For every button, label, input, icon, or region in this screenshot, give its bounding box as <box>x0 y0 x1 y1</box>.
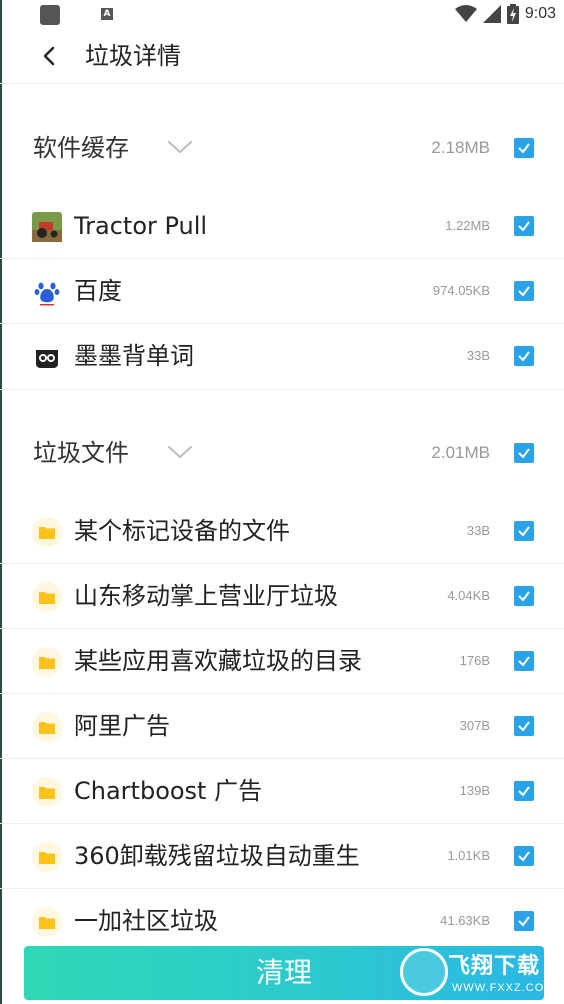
checkmark-icon <box>518 143 530 154</box>
list-item[interactable]: 墨墨背单词 33B <box>0 324 564 389</box>
status-bar: A 9:03 <box>0 0 564 28</box>
item-checkbox[interactable] <box>514 216 534 236</box>
item-checkbox[interactable] <box>514 716 534 736</box>
checkmark-icon <box>518 721 530 732</box>
folder-icon <box>32 712 62 742</box>
item-checkbox[interactable] <box>514 911 534 931</box>
item-checkbox[interactable] <box>514 846 534 866</box>
section-checkbox[interactable] <box>514 443 534 463</box>
section-header-app-cache[interactable]: 软件缓存 2.18MB <box>0 108 564 188</box>
item-size: 4.04KB <box>447 588 490 603</box>
list-item[interactable]: 山东移动掌上营业厅垃圾 4.04KB <box>0 564 564 629</box>
list-item[interactable]: 阿里广告 307B <box>0 694 564 759</box>
watermark-title: 飞翔下载 <box>448 954 541 979</box>
item-size: 1.01KB <box>447 848 490 863</box>
item-checkbox[interactable] <box>514 586 534 606</box>
chevron-down-icon[interactable] <box>166 137 194 157</box>
section-header-junk-files[interactable]: 垃圾文件 2.01MB <box>0 413 564 493</box>
checkmark-icon <box>518 916 530 927</box>
wifi-icon <box>454 5 477 22</box>
folder-icon <box>32 517 62 547</box>
item-size: 33B <box>466 523 490 538</box>
item-label: 360卸载残留垃圾自动重生 <box>74 842 360 870</box>
section-checkbox[interactable] <box>514 138 534 158</box>
item-label: 山东移动掌上营业厅垃圾 <box>74 582 338 610</box>
chevron-left-icon <box>43 46 55 66</box>
back-button[interactable] <box>36 42 64 70</box>
list-item[interactable]: Chartboost 广告 139B <box>0 759 564 824</box>
item-label: 百度 <box>74 277 122 305</box>
item-size: 139B <box>459 783 490 798</box>
item-label: 墨墨背单词 <box>74 342 194 370</box>
item-size: 41.63KB <box>440 913 490 928</box>
section-size: 2.01MB <box>431 443 490 462</box>
item-checkbox[interactable] <box>514 651 534 671</box>
signal-icon <box>482 5 501 23</box>
section-size: 2.18MB <box>431 138 490 157</box>
item-size: 176B <box>459 653 490 668</box>
item-label: 一加社区垃圾 <box>74 907 218 935</box>
baidu-app-icon <box>32 277 62 307</box>
checkmark-icon <box>518 656 530 667</box>
watermark-logo: 飞翔下载 WWW.FXXZ.COM <box>396 944 553 1002</box>
status-time: 9:03 <box>524 5 556 22</box>
status-icons: 9:03 <box>454 4 556 24</box>
item-label: Chartboost 广告 <box>74 777 263 805</box>
watermark-circle-icon <box>400 948 448 996</box>
item-size: 974.05KB <box>432 283 490 298</box>
section-title: 垃圾文件 <box>33 439 129 467</box>
folder-icon <box>32 777 62 807</box>
item-label: Tractor Pull <box>74 212 208 240</box>
a-icon: A <box>101 8 113 20</box>
page-title: 垃圾详情 <box>85 42 181 70</box>
momo-app-icon <box>32 342 62 372</box>
item-label: 某个标记设备的文件 <box>74 517 290 545</box>
checkmark-icon <box>518 286 530 297</box>
section-title: 软件缓存 <box>33 134 129 162</box>
checkmark-icon <box>518 351 530 362</box>
list-item[interactable]: Tractor Pull 1.22MB <box>0 194 564 259</box>
folder-icon <box>32 647 62 677</box>
tractor-app-icon <box>32 212 62 242</box>
checkmark-icon <box>518 591 530 602</box>
chevron-down-icon[interactable] <box>166 442 194 462</box>
checkmark-icon <box>518 851 530 862</box>
checkmark-icon <box>518 526 530 537</box>
folder-icon <box>32 842 62 872</box>
list-item[interactable]: 360卸载残留垃圾自动重生 1.01KB <box>0 824 564 889</box>
item-size: 33B <box>466 348 490 363</box>
list-item[interactable]: 某些应用喜欢藏垃圾的目录 176B <box>0 629 564 694</box>
item-checkbox[interactable] <box>514 346 534 366</box>
list-item[interactable]: 百度 974.05KB <box>0 259 564 324</box>
section-divider <box>0 389 564 390</box>
item-checkbox[interactable] <box>514 781 534 801</box>
item-size: 1.22MB <box>445 218 490 233</box>
watermark-url: WWW.FXXZ.COM <box>452 982 555 994</box>
square-icon <box>40 5 60 25</box>
battery-charging-icon <box>506 4 519 24</box>
folder-icon <box>32 582 62 612</box>
checkmark-icon <box>518 221 530 232</box>
header: 垃圾详情 <box>0 28 564 84</box>
item-size: 307B <box>459 718 490 733</box>
item-checkbox[interactable] <box>514 521 534 541</box>
item-label: 阿里广告 <box>74 712 170 740</box>
item-label: 某些应用喜欢藏垃圾的目录 <box>74 647 362 675</box>
folder-icon <box>32 907 62 937</box>
checkmark-icon <box>518 448 530 459</box>
list-item[interactable]: 某个标记设备的文件 33B <box>0 499 564 564</box>
item-checkbox[interactable] <box>514 281 534 301</box>
checkmark-icon <box>518 786 530 797</box>
